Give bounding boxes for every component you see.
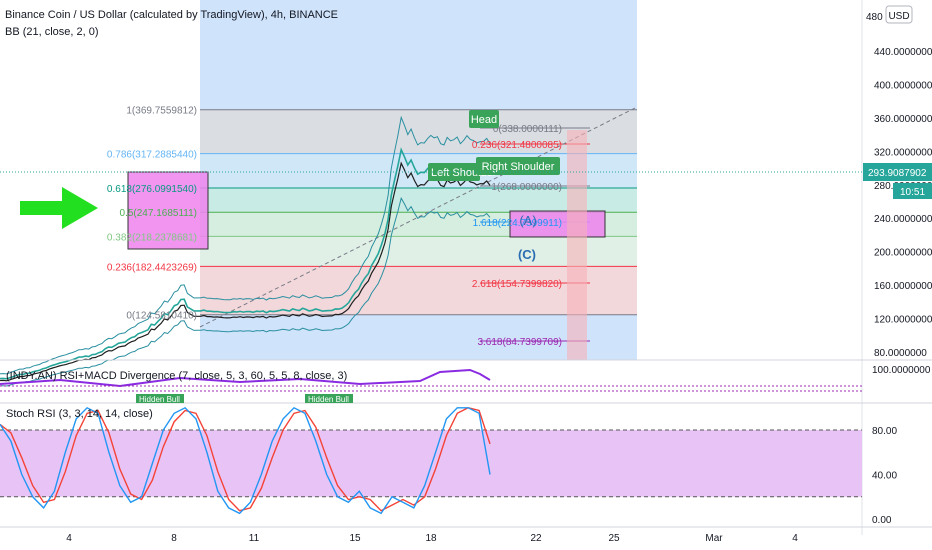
projection-level-label: 1(268.0000000) [491,182,562,193]
rsi-macd-legend: (INDY.AN) RSI+MACD Divergence (7, close,… [6,370,347,382]
price-tick-top: 480 [866,12,883,23]
svg-text:293.9087902: 293.9087902 [868,168,927,179]
hidden-bull-label[interactable]: Hidden Bull [305,394,353,404]
projection-level-label: 3.618(84.7399709) [477,337,562,348]
price-tick: 440.0000000 [874,47,932,58]
fib-level-label: 1(369.7559812) [126,106,197,117]
chart-title: Binance Coin / US Dollar (calculated by … [5,9,338,21]
time-tick: 18 [425,533,437,544]
price-tick: 200.0000000 [874,248,932,259]
price-tick: 400.0000000 [874,80,932,91]
svg-text:Hidden Bull: Hidden Bull [139,395,180,404]
annotation-wave-c[interactable]: (C) [518,247,536,262]
price-tick: 360.0000000 [874,114,932,125]
price-tick: 80.0000000 [874,348,927,359]
hidden-bull-label[interactable]: Hidden Bull [136,394,184,404]
arrow-right-icon [20,187,98,229]
price-tick: 240.0000000 [874,214,932,225]
projection-level-label: 1.618(224.7399911) [473,218,562,229]
fib-level-label: 0.618(276.0991540) [107,184,197,195]
price-tick: 320.0000000 [874,147,932,158]
stoch-band [0,430,862,497]
projection-column [567,130,587,360]
fib-level-label: 0.236(182.4423269) [107,262,197,273]
stoch-tick: 0.00 [872,515,892,526]
svg-text:Hidden Bull: Hidden Bull [308,395,349,404]
time-tick: 15 [349,533,361,544]
currency-button[interactable]: USD [885,5,913,24]
price-tick: 160.0000000 [874,281,932,292]
fib-level-label: 0(124.5810410) [126,311,197,322]
time-tick: 22 [530,533,542,544]
stoch-rsi-pane[interactable]: Stoch RSI (3, 3, 14, 14, close) 80.00 40.… [0,406,897,526]
svg-text:Right Shoulder: Right Shoulder [482,161,555,173]
projection-level-label: 0(338.0000111) [493,124,562,135]
time-tick: Mar [705,533,723,544]
time-tick: 4 [792,533,798,544]
fib-level-label: 0.786(317.2885440) [107,150,197,161]
svg-text:10:51: 10:51 [900,187,925,198]
chart-canvas[interactable]: 440.0000000 400.0000000 360.0000000 320.000… [0,0,932,550]
bar-countdown: 10:51 [893,183,932,199]
rsi-macd-tick: 100.0000000 [872,365,931,376]
time-tick: 25 [608,533,620,544]
stoch-legend: Stoch RSI (3, 3, 14, 14, close) [6,408,153,420]
time-axis[interactable]: 4 8 11 15 18 22 25 Mar 4 [66,533,798,544]
annotation-right-shoulder[interactable]: Right Shoulder [476,157,560,175]
last-price-label[interactable]: 293.9087902 [863,163,932,181]
projection-level-label: 0.236(321.4800085) [472,140,562,151]
time-tick: 8 [171,533,177,544]
annotation-head[interactable]: Head [469,110,499,128]
svg-text:USD: USD [888,11,909,22]
price-tick: 120.0000000 [874,315,932,326]
fib-level-label: 0.5(247.1685111) [120,208,197,219]
fib-level-label: 0.382(218.2378681) [107,232,197,243]
time-tick: 11 [249,533,260,544]
time-tick: 4 [66,533,72,544]
rsi-macd-pane[interactable]: (INDY.AN) RSI+MACD Divergence (7, close,… [0,365,931,404]
annotation-wave-a[interactable]: (A) [519,213,536,228]
svg-text:Head: Head [471,114,497,126]
stoch-tick: 40.00 [872,471,897,482]
indicator-legend: BB (21, close, 2, 0) [5,26,99,38]
price-axis[interactable]: 440.0000000 400.0000000 360.0000000 320.000… [874,47,932,359]
projection-level-label: 2.618(154.7399820) [472,279,562,290]
stoch-tick: 80.00 [872,426,897,437]
